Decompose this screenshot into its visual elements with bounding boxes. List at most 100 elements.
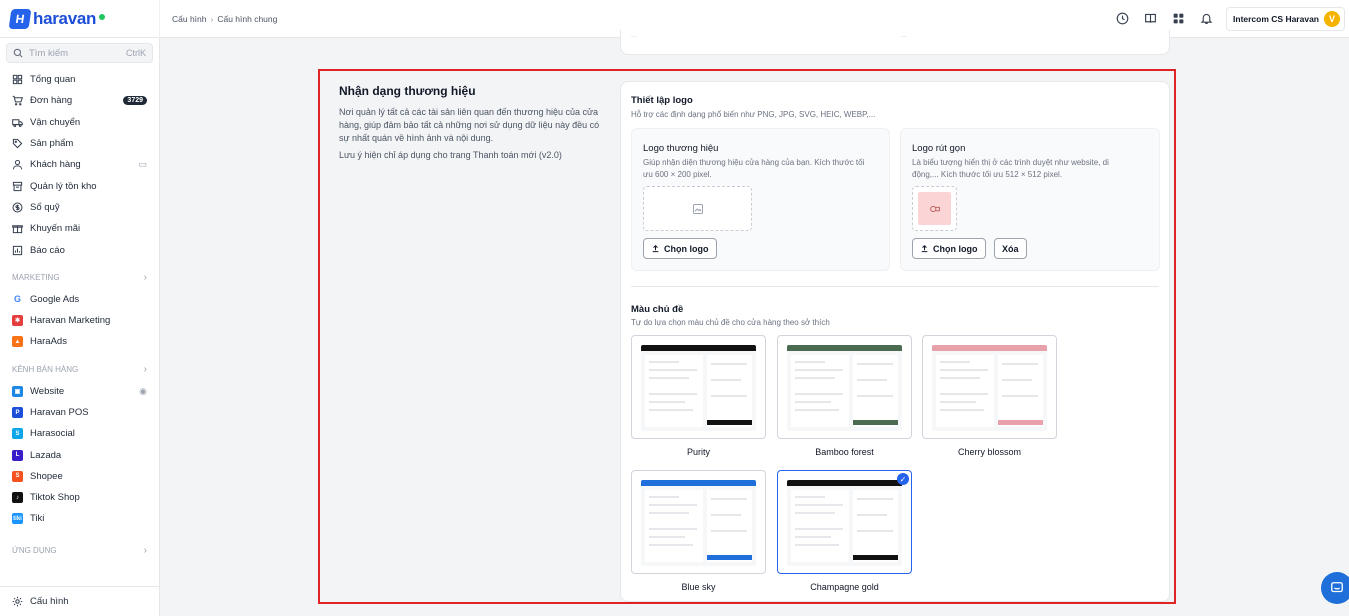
preview-line [649,369,697,371]
preview-line [1002,363,1038,365]
sidebar-item-shipping[interactable]: Vận chuyển [0,112,159,133]
theme-option[interactable] [922,335,1057,439]
logo-setup-subtitle: Hỗ trợ các định dạng phổ biến như PNG, J… [631,110,876,119]
sidebar-item-shopee[interactable]: S Shopee [0,466,159,487]
sidebar-item-website[interactable]: ▣ Website ◉ [0,381,159,402]
short-logo-dropzone[interactable] [912,186,957,231]
sidebar-item-products[interactable]: Sản phẩm [0,133,159,154]
preview-line [795,512,835,514]
preview-line [711,395,747,397]
sidebar-item-customers[interactable]: Khách hàng ▭ [0,154,159,175]
previous-card: ... ... [620,30,1170,55]
shopee-icon: S [12,470,23,482]
choose-brand-logo-button[interactable]: Chọn logo [643,238,717,259]
theme-option[interactable] [631,470,766,574]
preview-line [940,401,976,403]
chat-button[interactable] [1321,572,1349,604]
button-label: Chọn logo [933,243,978,254]
preview-line [795,409,839,411]
preview-line [649,528,697,530]
sidebar-item-label: Khuyến mãi [30,223,81,235]
sidebar-item-settings[interactable]: Cấu hình [0,586,159,616]
book-icon[interactable] [1136,5,1164,33]
preview-action [853,420,898,425]
sidebar-item-overview[interactable]: Tổng quan [0,69,159,90]
apps-section[interactable]: ỨNG DỤNG › [0,540,159,562]
chevron-right-icon: › [143,364,147,376]
section-label: MARKETING [12,273,60,283]
status-dot [99,13,106,20]
chevron-right-icon: › [143,545,147,557]
delete-short-logo-button[interactable]: Xóa [994,238,1027,259]
bell-icon[interactable] [1192,5,1220,33]
preview-header [932,345,1047,351]
brand-logo-dropzone[interactable] [643,186,752,231]
sidebar-item-tiki[interactable]: tiki Tiki [0,508,159,529]
preview-line [795,361,825,363]
sidebar-item-haraads[interactable]: ▲ HaraAds [0,331,159,352]
check-icon: ✓ [897,473,909,485]
preview-line [711,379,741,381]
theme-subtitle: Tự do lựa chọn màu chủ đề cho cửa hàng t… [631,318,830,327]
tiki-icon: tiki [12,513,23,525]
preview-line [649,536,685,538]
apps-grid-icon[interactable] [1164,5,1192,33]
sidebar-item-google-ads[interactable]: G Google Ads [0,289,159,310]
breadcrumb-general: Cấu hình chung [217,13,278,24]
brand-logo-desc-line: ưu 600 × 200 pixel. [643,170,712,179]
cart-icon [12,95,23,106]
preview-line [649,504,697,506]
theme-option[interactable] [631,335,766,439]
section-label: ỨNG DỤNG [12,546,57,556]
haravan-logo[interactable]: H haravan [0,0,160,38]
preview-panel [936,355,994,427]
sidebar-item-lazada[interactable]: L Lazada [0,444,159,465]
preview-line [649,544,693,546]
preview-line [940,409,984,411]
sidebar-item-haravan-pos[interactable]: P Haravan POS [0,402,159,423]
search-input[interactable]: Tìm kiếm CtrlK [6,43,153,63]
settings-label: Cấu hình [30,596,69,607]
id-card-icon[interactable]: ▭ [138,159,147,170]
section-title: Nhận dạng thương hiệu [339,84,476,98]
theme-option[interactable] [777,335,912,439]
sidebar-item-reports[interactable]: Báo cáo [0,239,159,260]
sidebar-item-label: Haravan Marketing [30,315,111,327]
account-menu[interactable]: Intercom CS Haravan V [1226,6,1345,31]
marketing-section[interactable]: MARKETING › [0,267,159,289]
choose-short-logo-button[interactable]: Chọn logo [912,238,986,259]
preview-line [795,536,831,538]
sidebar-item-haravan-marketing[interactable]: ✱ Haravan Marketing [0,310,159,331]
preview-action [707,420,752,425]
sidebar-item-cashbook[interactable]: Sổ quỹ [0,197,159,218]
preview-line [649,361,679,363]
sidebar-item-promotions[interactable]: Khuyến mãi [0,218,159,239]
short-logo-box: Logo rút gọn Là biểu tượng hiển thị ở cá… [900,128,1160,271]
button-label: Chọn logo [664,243,709,254]
preview-panel [791,490,849,562]
sidebar-item-orders[interactable]: Đơn hàng 3729 [0,90,159,111]
preview-panel [791,355,849,427]
preview-panel [645,490,703,562]
preview-header [787,345,902,351]
logo-preview-image [929,205,940,212]
history-icon[interactable] [1108,5,1136,33]
preview-line [857,514,887,516]
sidebar-item-inventory[interactable]: Quản lý tồn kho [0,175,159,196]
theme-preview [641,345,756,431]
brand-logo-title: Logo thương hiệu [643,143,719,154]
preview-line [649,393,697,395]
preview-line [857,498,893,500]
preview-panel [853,355,898,427]
preview-action [998,420,1043,425]
eye-icon[interactable]: ◉ [139,386,147,397]
sidebar-item-tiktok-shop[interactable]: ♪ Tiktok Shop [0,487,159,508]
breadcrumb-settings[interactable]: Cấu hình [172,14,207,24]
search-icon [13,48,23,58]
sales-channels-section[interactable]: KÊNH BÁN HÀNG › [0,359,159,381]
sidebar-item-label: Vận chuyển [30,116,81,128]
sidebar-item-harasocial[interactable]: S Harasocial [0,423,159,444]
theme-option[interactable]: ✓ [777,470,912,574]
divider [631,286,1159,287]
sidebar-item-label: Harasocial [30,428,75,440]
